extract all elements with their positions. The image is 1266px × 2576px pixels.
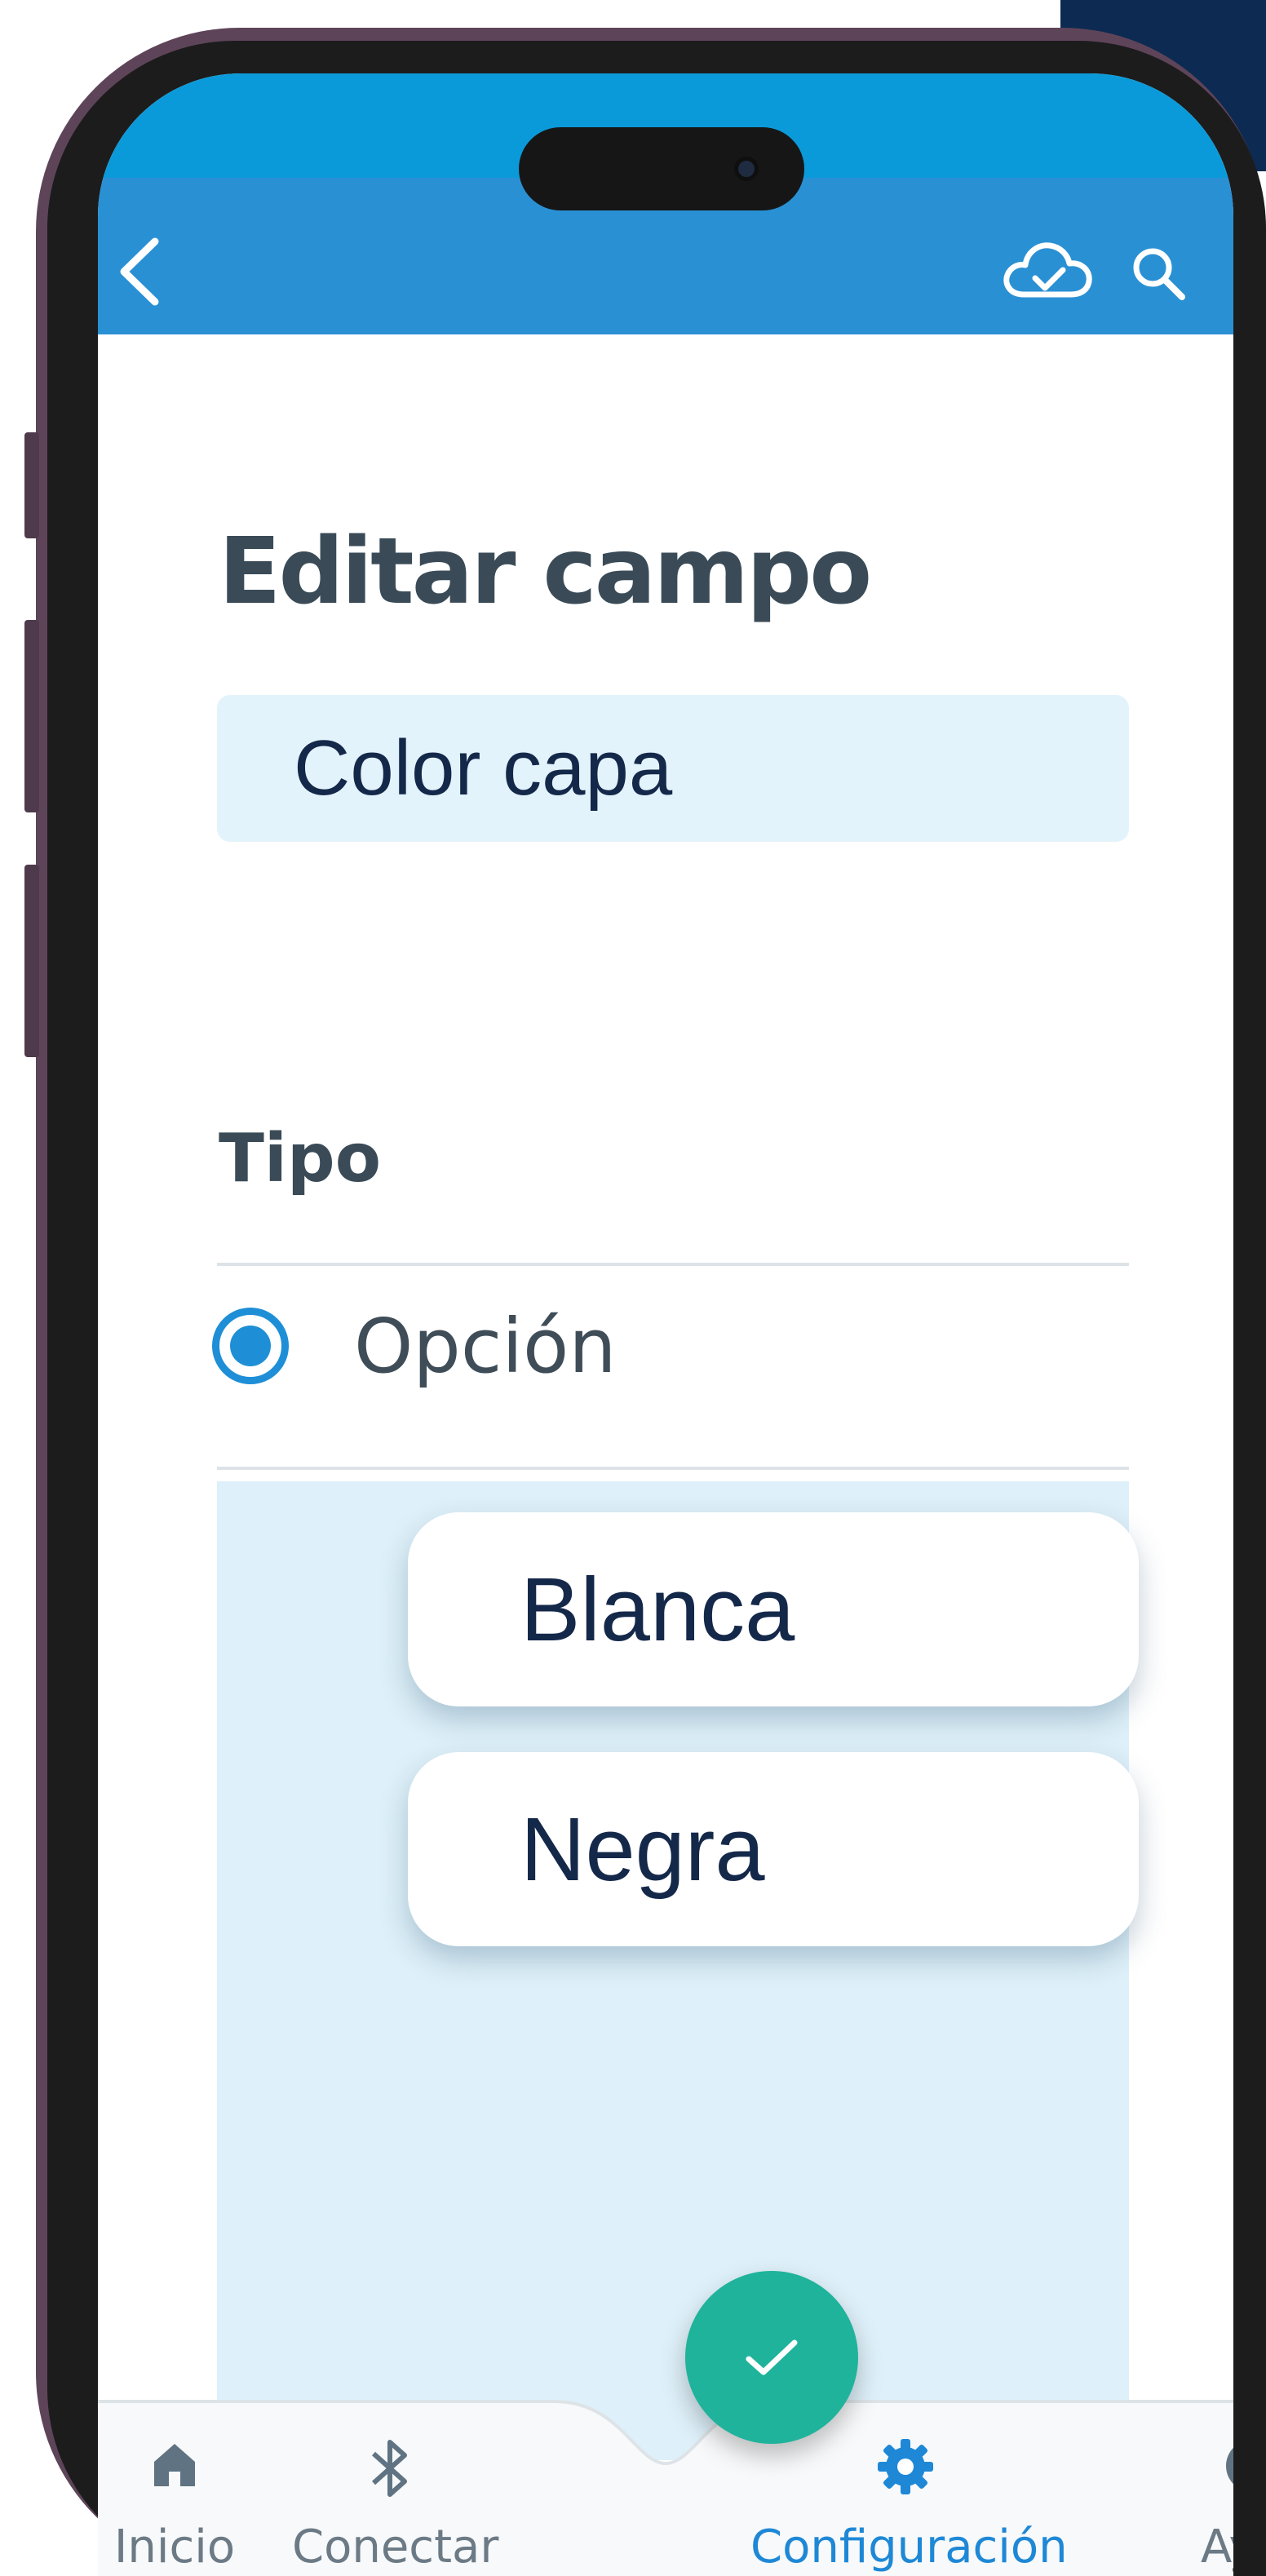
options-divider xyxy=(217,1467,1129,1470)
option-item[interactable]: Negra xyxy=(408,1752,1139,1946)
nav-label: Conectar xyxy=(292,2521,499,2574)
bluetooth-icon xyxy=(371,2440,407,2497)
app-screen: Editar campo Tipo Opción Blanca Negra In… xyxy=(98,73,1233,2576)
gear-icon xyxy=(878,2439,933,2494)
dynamic-island xyxy=(519,127,804,210)
option-type-radio[interactable]: Opción xyxy=(212,1289,783,1403)
checkmark-icon xyxy=(746,2339,798,2375)
volume-down-button xyxy=(24,865,39,1057)
option-type-label: Opción xyxy=(354,1302,617,1390)
volume-up-button xyxy=(24,620,39,812)
search-button[interactable] xyxy=(1118,228,1199,318)
page-title: Editar campo xyxy=(219,519,872,625)
sync-button[interactable] xyxy=(995,219,1101,325)
back-button[interactable] xyxy=(106,227,171,316)
action-button xyxy=(24,432,39,538)
radio-selected-icon xyxy=(212,1308,289,1384)
search-icon xyxy=(1133,248,1185,300)
help-icon: ? xyxy=(1226,2447,1233,2485)
home-icon xyxy=(154,2444,195,2486)
front-camera xyxy=(734,157,759,181)
field-name-input[interactable] xyxy=(217,695,1129,842)
cloud-check-icon xyxy=(1003,242,1092,298)
nav-label: Ayuda xyxy=(1201,2521,1233,2574)
save-fab-button[interactable] xyxy=(685,2271,858,2444)
type-section-label: Tipo xyxy=(219,1120,382,1197)
nav-label: Configuración xyxy=(750,2521,1068,2574)
chevron-left-icon xyxy=(120,237,159,306)
bottom-navigation: Inicio Conectar Configuración A xyxy=(98,2400,1233,2576)
option-item[interactable]: Blanca xyxy=(408,1512,1139,1706)
nav-label: Inicio xyxy=(113,2521,236,2574)
type-divider xyxy=(217,1263,1129,1266)
